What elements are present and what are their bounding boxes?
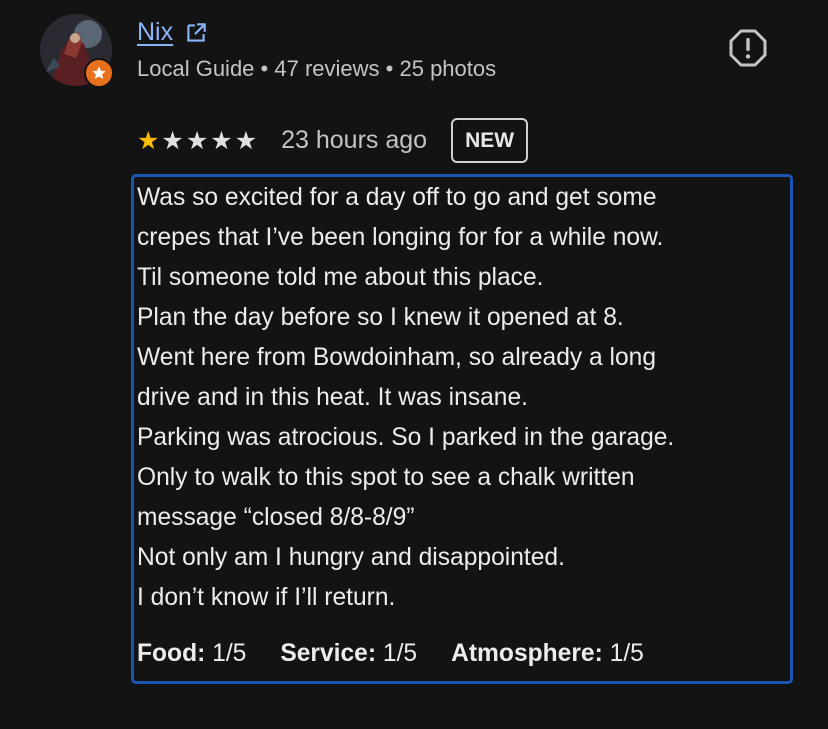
open-in-new-icon[interactable] — [183, 20, 209, 46]
atmosphere-rating: Atmosphere: 1/5 — [451, 640, 644, 668]
food-value: 1/5 — [212, 640, 247, 667]
review-line: Parking was atrocious. So I parked in th… — [137, 424, 675, 451]
new-badge: NEW — [451, 118, 529, 163]
review-line: Til someone told me about this place. — [137, 264, 544, 291]
reviewer-stats: Local Guide • 47 reviews • 25 photos — [137, 56, 496, 82]
review-line: Only to walk to this spot to see a chalk… — [137, 464, 635, 491]
atmosphere-label: Atmosphere: — [451, 640, 603, 667]
review-line: Not only am I hungry and disappointed. — [137, 544, 565, 571]
reviewer-name-link[interactable]: Nix — [137, 18, 173, 47]
sub-ratings: Food: 1/5 Service: 1/5 Atmosphere: 1/5 — [137, 640, 644, 668]
stats-separator: • — [385, 56, 394, 81]
review-line: Plan the day before so I knew it opened … — [137, 304, 624, 331]
review-line: drive and in this heat. It was insane. — [137, 384, 528, 411]
review-line: Went here from Bowdoinham, so already a … — [137, 344, 657, 371]
local-guide-star-icon — [84, 58, 114, 88]
service-label: Service: — [280, 640, 377, 667]
service-value: 1/5 — [382, 640, 418, 667]
food-label: Food: — [137, 640, 206, 667]
photo-count: 25 photos — [399, 56, 497, 81]
review-line: message “closed 8/8-8/9” — [137, 504, 415, 531]
reviewer-name-row: Nix — [137, 18, 209, 47]
star-empty-icon: ★ — [161, 126, 184, 155]
star-filled-icon: ★ — [137, 126, 160, 155]
service-rating: Service: 1/5 — [280, 640, 417, 668]
review-line: crepes that I’ve been longing for for a … — [137, 224, 664, 251]
food-rating: Food: 1/5 — [137, 640, 246, 668]
review-text: Was so excited for a day off to go and g… — [137, 178, 787, 618]
atmosphere-value: 1/5 — [609, 640, 644, 667]
review-card: Nix Local Guide • 47 reviews • 25 photos… — [0, 0, 828, 729]
local-guide-label: Local Guide — [137, 56, 255, 81]
review-count: 47 reviews — [274, 56, 380, 81]
review-line: I don’t know if I’ll return. — [137, 584, 396, 611]
star-empty-icon: ★ — [185, 126, 209, 155]
star-empty-icon: ★ — [234, 126, 258, 155]
review-line: Was so excited for a day off to go and g… — [137, 184, 657, 211]
rating-row: ★ ★ ★ ★ ★ 23 hours ago NEW — [137, 118, 529, 163]
star-rating: ★ ★ ★ ★ ★ — [137, 128, 257, 153]
report-flag-icon[interactable] — [728, 28, 768, 68]
review-time: 23 hours ago — [281, 126, 428, 154]
stats-separator: • — [260, 56, 269, 81]
star-empty-icon: ★ — [210, 126, 233, 155]
